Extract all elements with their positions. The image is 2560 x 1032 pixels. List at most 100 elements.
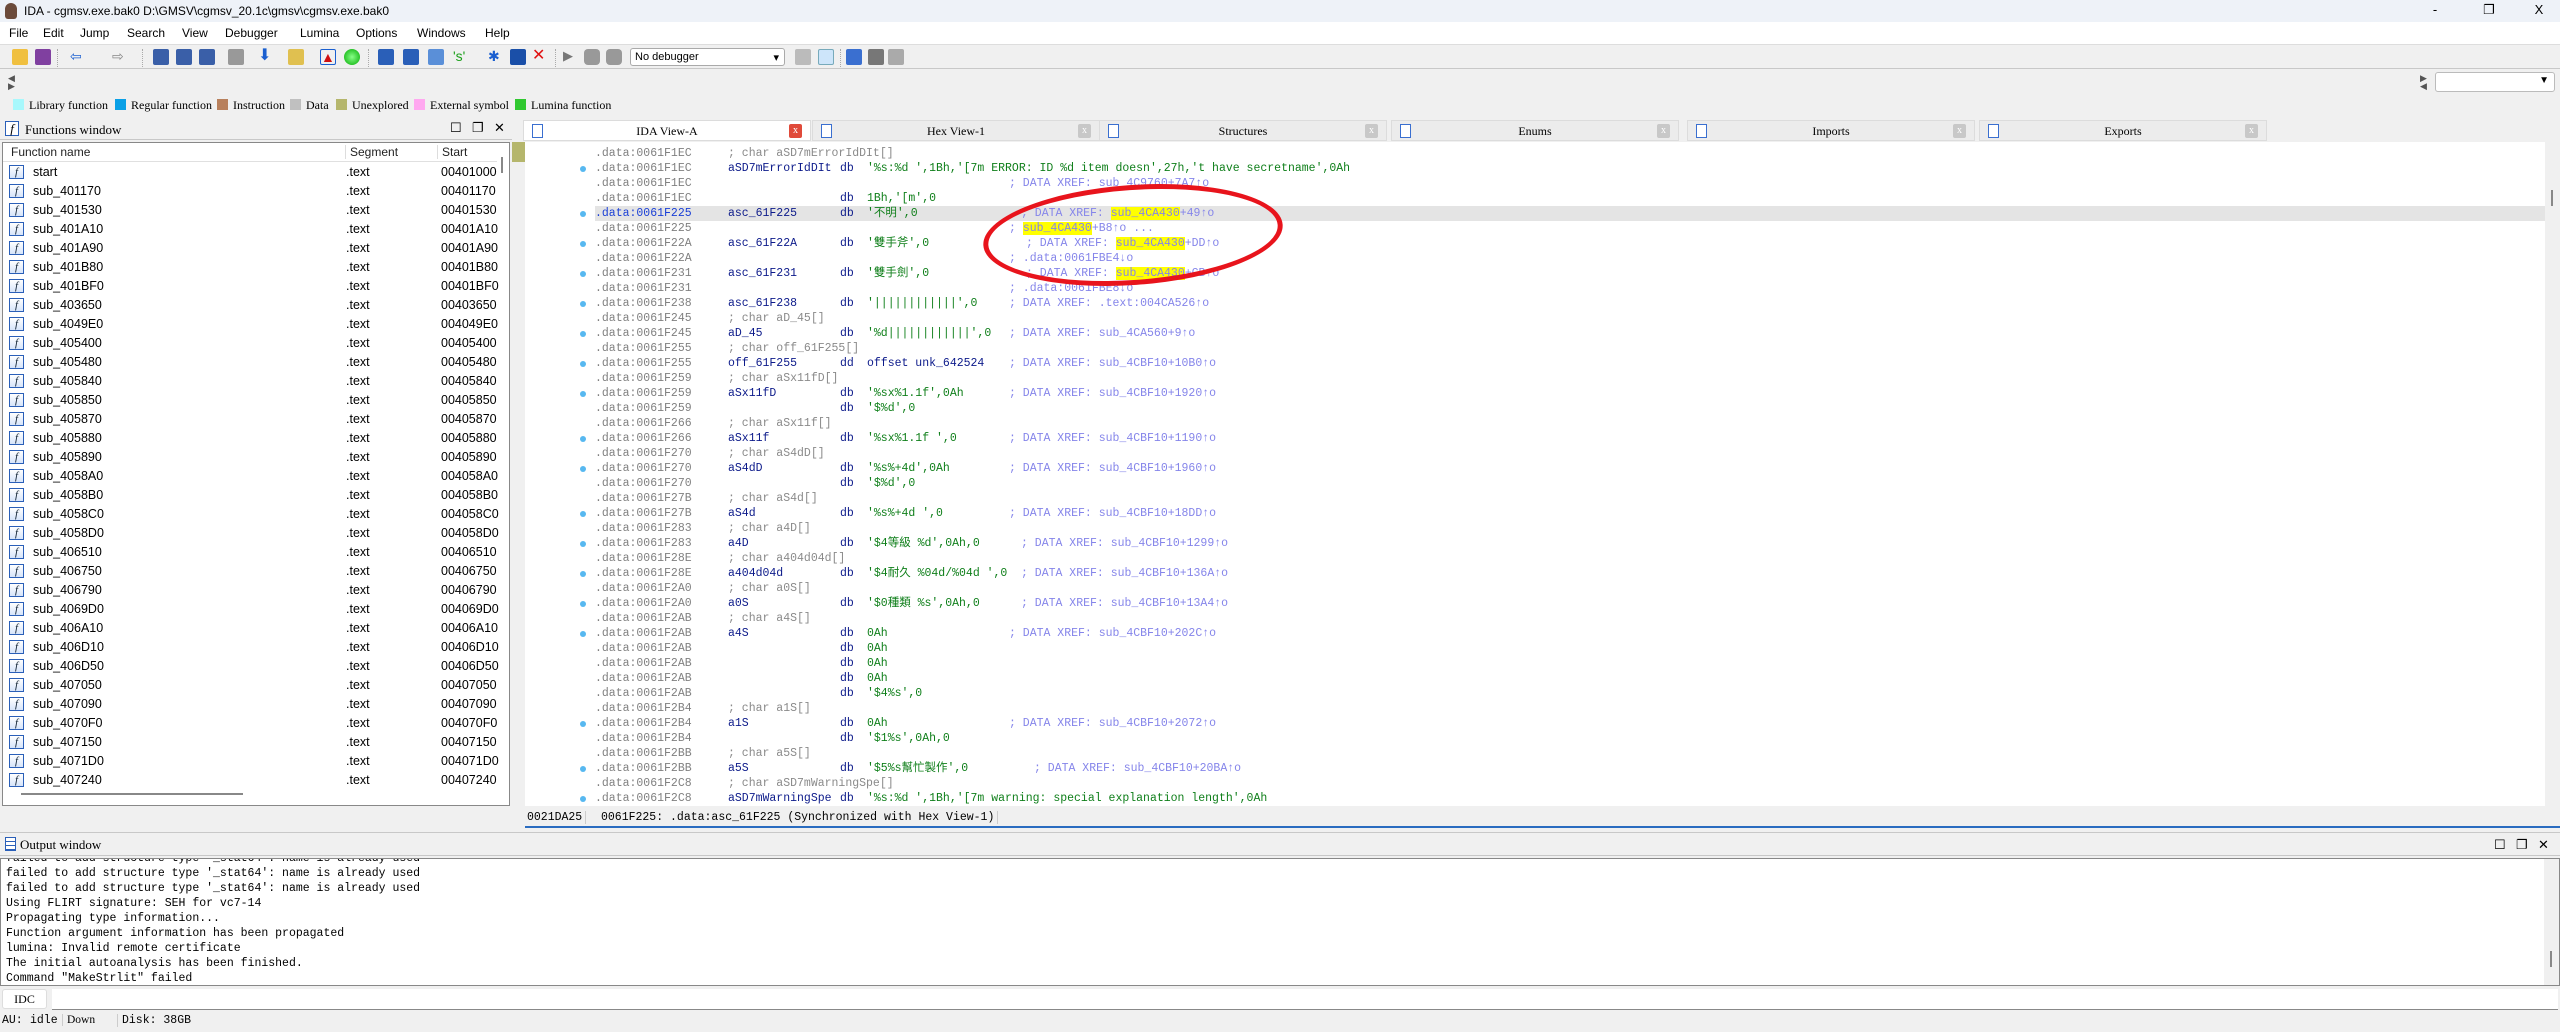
code-line[interactable]: .data:0061F2A0 a0S db '$0種類 %s',0Ah,0 ; DATA… — [595, 596, 2545, 611]
breakpoint-dot-icon[interactable] — [580, 571, 586, 577]
function-row[interactable]: f sub_406750 .text 00406750 — [3, 562, 497, 581]
code-line[interactable]: .data:0061F2AB a4S db 0Ah ; DATA XREF: sub_4… — [595, 626, 2545, 641]
function-row[interactable]: f sub_405480 .text 00405480 — [3, 353, 497, 372]
operand[interactable]: '%s%+4d ',0 — [867, 506, 943, 521]
code-line[interactable]: .data:0061F28E ; char a404d04d[] — [595, 551, 2545, 566]
label[interactable]: a1S — [728, 716, 749, 731]
code-line[interactable]: .data:0061F255 off_61F255 dd offset unk_642… — [595, 356, 2545, 371]
function-row[interactable]: f sub_401A10 .text 00401A10 — [3, 220, 498, 239]
ida-view-disassembly[interactable]: .data:0061F1EC; char aSD7mErrorIdDIt[] .d… — [525, 142, 2560, 806]
code-line[interactable]: .data:0061F245 aD_45 db '%d||||||||||||',0;… — [595, 326, 2545, 341]
code-line[interactable]: .data:0061F28E a404d04d db '$4耐久 %04d/%04d … — [595, 566, 2545, 581]
code-line[interactable]: .data:0061F2A0 ; char a0S[] — [595, 581, 2545, 596]
forward-arrow-icon[interactable]: ⇨ — [112, 49, 128, 65]
label[interactable]: a404d04d — [728, 566, 783, 581]
function-row[interactable]: f sub_4058D0 .text 004058D0 — [3, 524, 499, 543]
graph-icon[interactable]: ▲ — [320, 49, 336, 65]
function-row[interactable]: f sub_405870 .text 00405870 — [3, 410, 497, 429]
close-icon[interactable]: ✕ — [2538, 837, 2549, 853]
debugger-select[interactable]: No debugger ▾ — [630, 48, 785, 66]
back-arrow-icon[interactable]: ⇦ — [70, 49, 86, 65]
close-tab-icon[interactable]: x — [1953, 124, 1966, 138]
function-row[interactable]: f sub_401B80 .text 00401B80 — [3, 258, 498, 277]
function-row[interactable]: f sub_4058A0 .text 004058A0 — [3, 467, 498, 486]
code-line[interactable]: .data:0061F27B aS4d db '%s%+4d ',0 ; DATA XR… — [595, 506, 2545, 521]
function-row[interactable]: f sub_406D10 .text 00406D10 — [3, 638, 499, 657]
menu-jump[interactable]: Jump — [80, 26, 109, 40]
label[interactable]: aS4dD — [728, 461, 763, 476]
operand[interactable]: '$%d',0 — [867, 476, 915, 491]
stop-icon[interactable] — [606, 49, 622, 65]
operand[interactable]: offset unk_642524 — [867, 356, 984, 371]
function-row[interactable]: f sub_4070F0 .text 004070F0 — [3, 714, 497, 733]
menu-lumina[interactable]: Lumina — [300, 26, 339, 40]
code-line[interactable]: .data:0061F2C8 aSD7mWarningSpe db '%s:%d ',… — [595, 791, 2545, 806]
breakpoint-dot-icon[interactable] — [580, 301, 586, 307]
restore-button[interactable]: ❐ — [2474, 2, 2504, 20]
down-arrow-icon[interactable]: ⬇ — [258, 48, 274, 65]
code-line[interactable]: .data:0061F259 db '$%d',0 — [595, 401, 2545, 416]
breakpoint-dot-icon[interactable] — [580, 211, 586, 217]
label[interactable]: aD_45 — [728, 326, 763, 341]
tab-imports[interactable]: Imports x — [1687, 120, 1975, 141]
idc-language-button[interactable]: IDC — [2, 989, 47, 1009]
close-tab-icon[interactable]: x — [2245, 124, 2258, 138]
breakpoint-list-icon[interactable] — [846, 49, 862, 65]
code-line[interactable]: .data:0061F2AB ; char a4S[] — [595, 611, 2545, 626]
tab-structures[interactable]: Structures x — [1099, 120, 1387, 141]
code-line[interactable]: .data:0061F270 aS4dD db '%s%+4d',0Ah ; DATA … — [595, 461, 2545, 476]
function-row[interactable]: f sub_4058B0 .text 004058B0 — [3, 486, 498, 505]
menu-view[interactable]: View — [182, 26, 208, 40]
make-code-icon[interactable] — [378, 49, 394, 65]
tools-disabled-icon[interactable] — [888, 49, 904, 65]
code-line[interactable]: .data:0061F255 ; char off_61F255[] — [595, 341, 2545, 356]
code-line[interactable]: .data:0061F225 asc_61F225 db '不明',0; DATA X… — [595, 206, 2545, 221]
code-line[interactable]: .data:0061F231 asc_61F231 db '雙手劍',0; DATA … — [595, 266, 2545, 281]
operand[interactable]: '$4耐久 %04d/%04d ',0 — [867, 566, 1007, 581]
maximize-icon[interactable]: ☐ — [2494, 837, 2506, 853]
operand[interactable]: '$4%s',0 — [867, 686, 922, 701]
code-line[interactable]: .data:0061F231; .data:0061FBE8↓o — [595, 281, 2545, 296]
column-segment[interactable]: Segment — [345, 145, 398, 159]
code-line[interactable]: .data:0061F2B4 a1S db 0Ah ; DATA XREF: sub_4… — [595, 716, 2545, 731]
operand[interactable]: '$1%s',0Ah,0 — [867, 731, 950, 746]
code-line[interactable]: .data:0061F1EC aSD7mErrorIdDIt db '%s:%d ',… — [595, 161, 2545, 176]
operand[interactable]: '%sx%1.1f ',0 — [867, 431, 957, 446]
tab-ida-view-a[interactable]: IDA View-A x — [523, 120, 811, 141]
code-line[interactable]: .data:0061F1EC ; char aSD7mErrorIdDIt[] — [595, 146, 2545, 161]
code-line[interactable]: .data:0061F270 ; char aS4dD[] — [595, 446, 2545, 461]
breakpoint-dot-icon[interactable] — [580, 436, 586, 442]
label[interactable]: aSx11fD — [728, 386, 776, 401]
delete-icon[interactable]: ✕ — [532, 48, 548, 65]
breakpoint-dot-icon[interactable] — [580, 601, 586, 607]
maximize-icon[interactable]: ☐ — [450, 120, 462, 136]
function-row[interactable]: f start .text 00401000 — [3, 163, 497, 182]
operand[interactable]: '%s:%d ',1Bh,'[7m warning: special expla… — [867, 791, 1267, 806]
operand[interactable]: '雙手斧',0 — [867, 236, 929, 251]
function-row[interactable]: f sub_401170 .text 00401170 — [3, 182, 496, 201]
code-line[interactable]: .data:0061F22A; .data:0061FBE4↓o — [595, 251, 2545, 266]
menu-file[interactable]: File — [9, 26, 28, 40]
breakpoint-dot-icon[interactable] — [580, 796, 586, 802]
function-row[interactable]: f sub_401BF0 .text 00401BF0 — [3, 277, 499, 296]
code-line[interactable]: .data:0061F2C8 ; char aSD7mWarningSpe[] — [595, 776, 2545, 791]
label[interactable]: aSD7mWarningSpe — [728, 791, 832, 806]
open-icon[interactable] — [12, 49, 28, 65]
function-row[interactable]: f sub_406A10 .text 00406A10 — [3, 619, 498, 638]
breakpoint-dot-icon[interactable] — [580, 331, 586, 337]
function-row[interactable]: f sub_406790 .text 00406790 — [3, 581, 497, 600]
code-line[interactable]: .data:0061F27B ; char aS4d[] — [595, 491, 2545, 506]
make-ascii-icon[interactable] — [428, 49, 444, 65]
minimize-button[interactable]: - — [2420, 2, 2450, 20]
attach-icon[interactable] — [795, 49, 811, 65]
code-line[interactable]: .data:0061F2BB a5S db '$5%s幫忙製作',0 ; DATA XR… — [595, 761, 2545, 776]
tab-enums[interactable]: Enums x — [1391, 120, 1679, 141]
operand[interactable]: '雙手劍',0 — [867, 266, 929, 281]
undefine-icon[interactable]: ✱ — [488, 49, 504, 65]
function-row[interactable]: f sub_406D50 .text 00406D50 — [3, 657, 499, 676]
close-tab-icon[interactable]: x — [789, 124, 802, 138]
label[interactable]: asc_61F225 — [728, 206, 797, 221]
operand[interactable]: '%d||||||||||||',0 — [867, 326, 991, 341]
label[interactable]: asc_61F231 — [728, 266, 797, 281]
close-tab-icon[interactable]: x — [1657, 124, 1670, 138]
